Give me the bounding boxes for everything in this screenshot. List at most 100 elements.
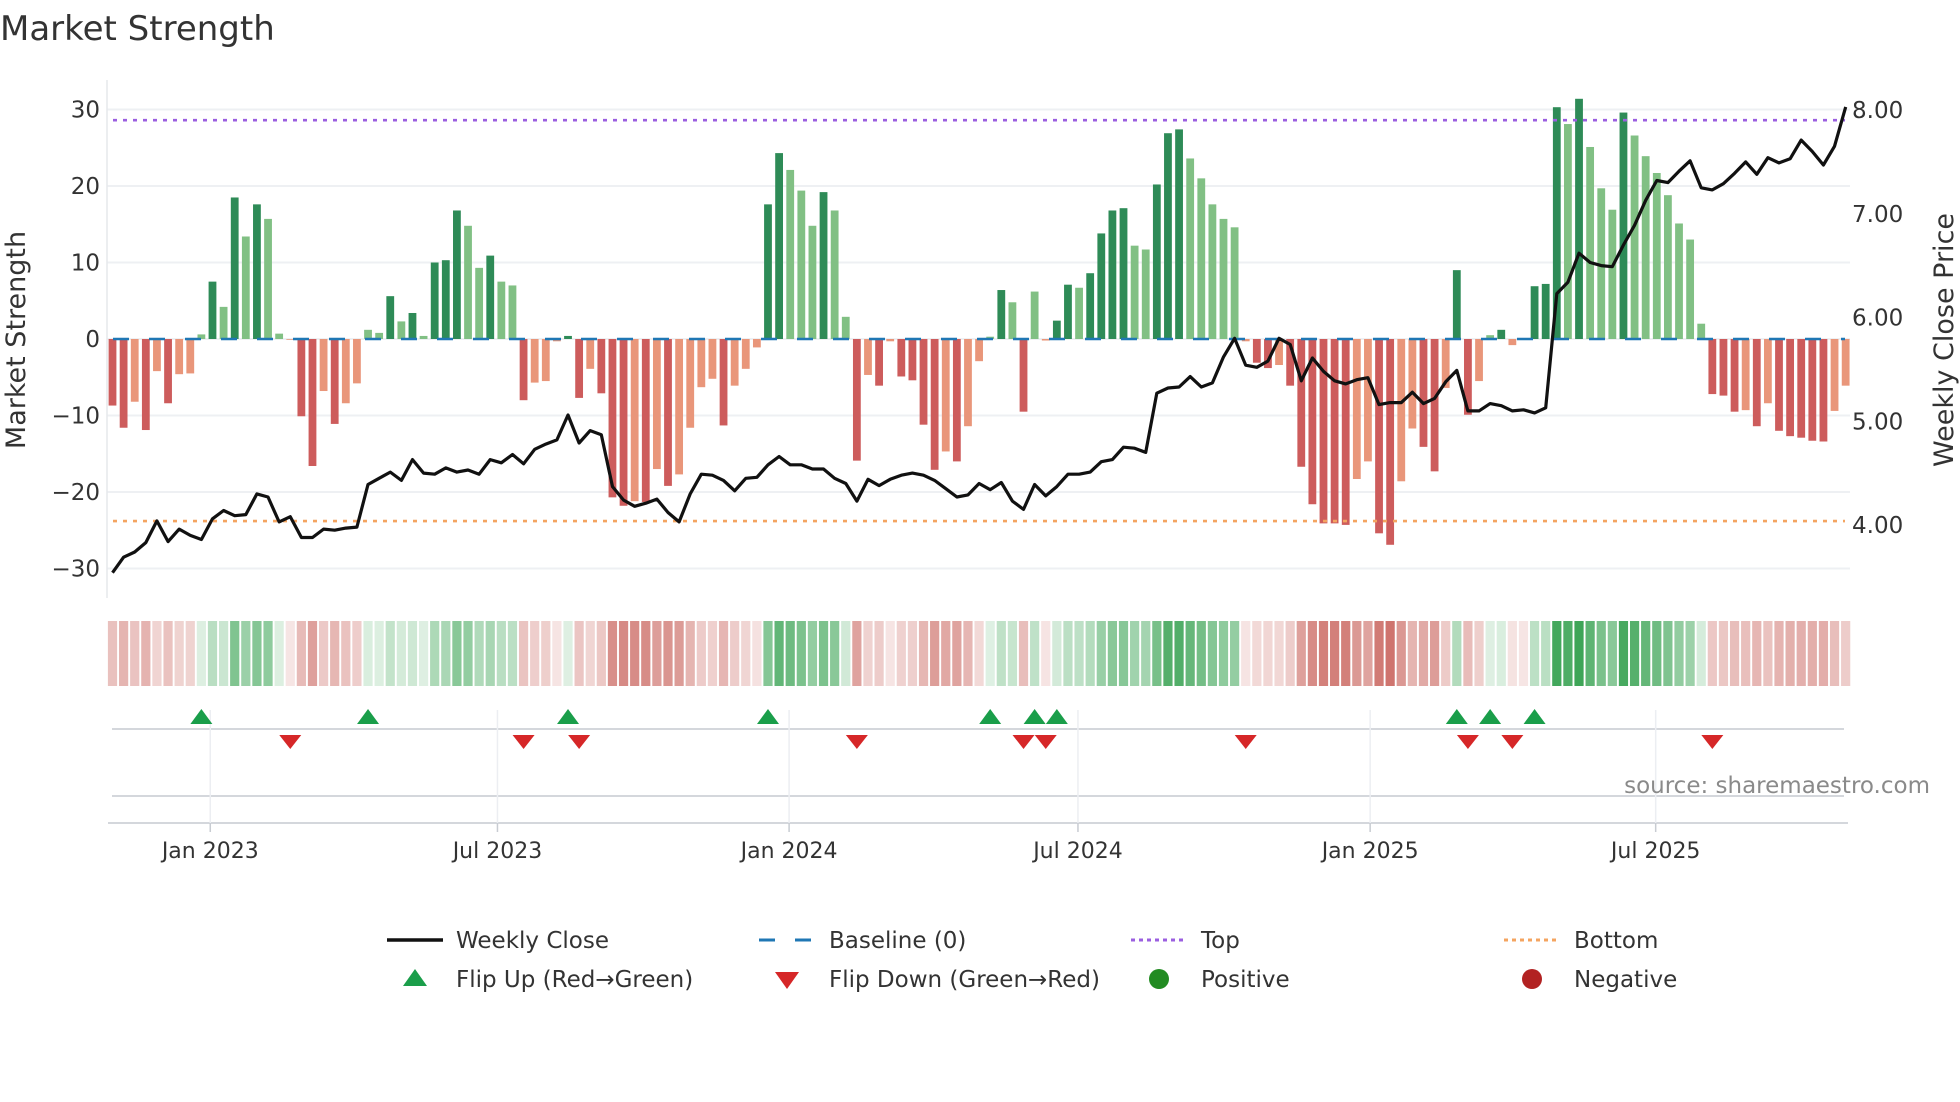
strength-bar (864, 339, 872, 375)
strength-strip-cell (774, 621, 784, 686)
strength-strip-cell (1729, 621, 1740, 686)
strength-strip-cell (219, 621, 229, 686)
x-tick-label: Jul 2025 (1609, 839, 1701, 864)
strength-strip-cell (1452, 621, 1462, 686)
strength-bar (1630, 135, 1639, 339)
strength-strip-cell (1763, 621, 1773, 686)
strength-bar (1186, 158, 1195, 339)
strength-bar (141, 339, 150, 431)
strength-strip-cell (1130, 621, 1140, 686)
strength-strip-cell (252, 621, 262, 686)
flip-down-marker (1034, 735, 1057, 749)
strength-strip-cell (1218, 621, 1229, 686)
strength-strip-cell (707, 621, 718, 686)
strength-bar (1164, 133, 1172, 339)
strength-bar (586, 339, 595, 369)
strength-strip-cell (163, 621, 173, 686)
strength-strip-cell (952, 621, 962, 686)
strength-strip-cell (1196, 621, 1206, 686)
strength-bar (841, 316, 850, 339)
strength-bar (1797, 339, 1806, 438)
strength-strip-cell (1285, 621, 1295, 686)
strength-strip-cell (1541, 621, 1551, 686)
strength-bar (1641, 156, 1650, 339)
strength-strip-cell (552, 621, 562, 686)
strength-bar (1064, 284, 1072, 339)
strength-strip-cell (507, 621, 518, 686)
strength-bar (919, 339, 928, 425)
strength-bar (1741, 339, 1750, 411)
strength-strip-cell (585, 621, 595, 686)
strength-bar (975, 339, 983, 362)
strength-bar (386, 296, 395, 339)
strength-bar (397, 321, 406, 339)
strength-bar (752, 339, 761, 348)
strength-strip-cell (907, 621, 918, 686)
strength-bar (1452, 270, 1461, 339)
strength-strip-cell (1696, 621, 1706, 686)
strength-strip-cell (596, 621, 606, 686)
strength-strip-cell (841, 621, 851, 686)
y2-tick-label: 5.00 (1852, 409, 1903, 435)
strength-strip-cell (274, 621, 284, 686)
x-tick-label: Jul 2023 (451, 839, 543, 864)
strength-bar (786, 169, 795, 339)
strength-bar (1775, 339, 1783, 431)
strength-bar (441, 260, 450, 339)
strength-strip-cell (1263, 621, 1273, 686)
y2-axis-label: Weekly Close Price (1929, 213, 1960, 467)
strength-strip-cell (1352, 621, 1362, 686)
strength-strip-cell (730, 621, 740, 686)
strength-strip-cell (385, 621, 395, 686)
flip-up-marker (1479, 709, 1502, 724)
strength-bar (164, 339, 172, 404)
strength-strip-cell (1118, 621, 1129, 686)
strength-strip-cell (1107, 621, 1117, 686)
strength-bar (264, 218, 272, 339)
strength-strip-cell (1296, 621, 1306, 686)
strength-bar (952, 339, 961, 462)
strength-strip-cell (1230, 621, 1240, 686)
legend: Weekly Close Baseline (0) Top Bottom Flip Up… (387, 928, 1677, 993)
strength-bar (1541, 283, 1550, 339)
strength-bar (1830, 339, 1839, 411)
y-tick-label: 30 (71, 98, 100, 124)
y-tick-label: 0 (85, 327, 100, 353)
strength-bar (1175, 129, 1183, 339)
strength-strip-cell (1785, 621, 1795, 686)
strength-strip-cell (941, 621, 951, 686)
strength-bar (1297, 339, 1306, 467)
strength-strip-cell (1552, 621, 1562, 686)
strength-strip-cell (230, 621, 240, 686)
strength-bar (1130, 245, 1139, 339)
strength-bar (1508, 339, 1517, 346)
source-annotation: source: sharemaestro.com (1624, 773, 1930, 799)
strength-bar (652, 339, 661, 470)
strength-strip-cell (1741, 621, 1751, 686)
strength-strip-cell (1818, 621, 1829, 686)
strength-bar (430, 262, 439, 339)
strength-strip-cell (718, 621, 729, 686)
strength-bar (497, 281, 506, 339)
strength-bar (186, 339, 195, 374)
strength-bar (1664, 195, 1672, 339)
strength-bar (253, 204, 261, 339)
strength-bar (1208, 204, 1217, 339)
strength-strip-cell (1674, 621, 1684, 686)
strength-bar (964, 339, 972, 427)
legend-label: Flip Down (Green→Red) (829, 967, 1100, 993)
strength-strip-cell (463, 621, 473, 686)
strength-bar (1197, 178, 1206, 339)
strength-bar (1041, 339, 1050, 341)
strength-bar (741, 339, 750, 369)
strength-bar (1019, 339, 1028, 412)
strength-strip-cell (1618, 621, 1629, 686)
strength-strip-cell (318, 621, 329, 686)
strength-strip-cell (1085, 621, 1095, 686)
y2-tick-label: 7.00 (1852, 202, 1903, 228)
strength-bar (630, 339, 639, 502)
strength-strip-cell (1596, 621, 1606, 686)
strength-bar (286, 339, 295, 340)
strength-bar (930, 339, 939, 470)
legend-label: Negative (1574, 967, 1677, 993)
